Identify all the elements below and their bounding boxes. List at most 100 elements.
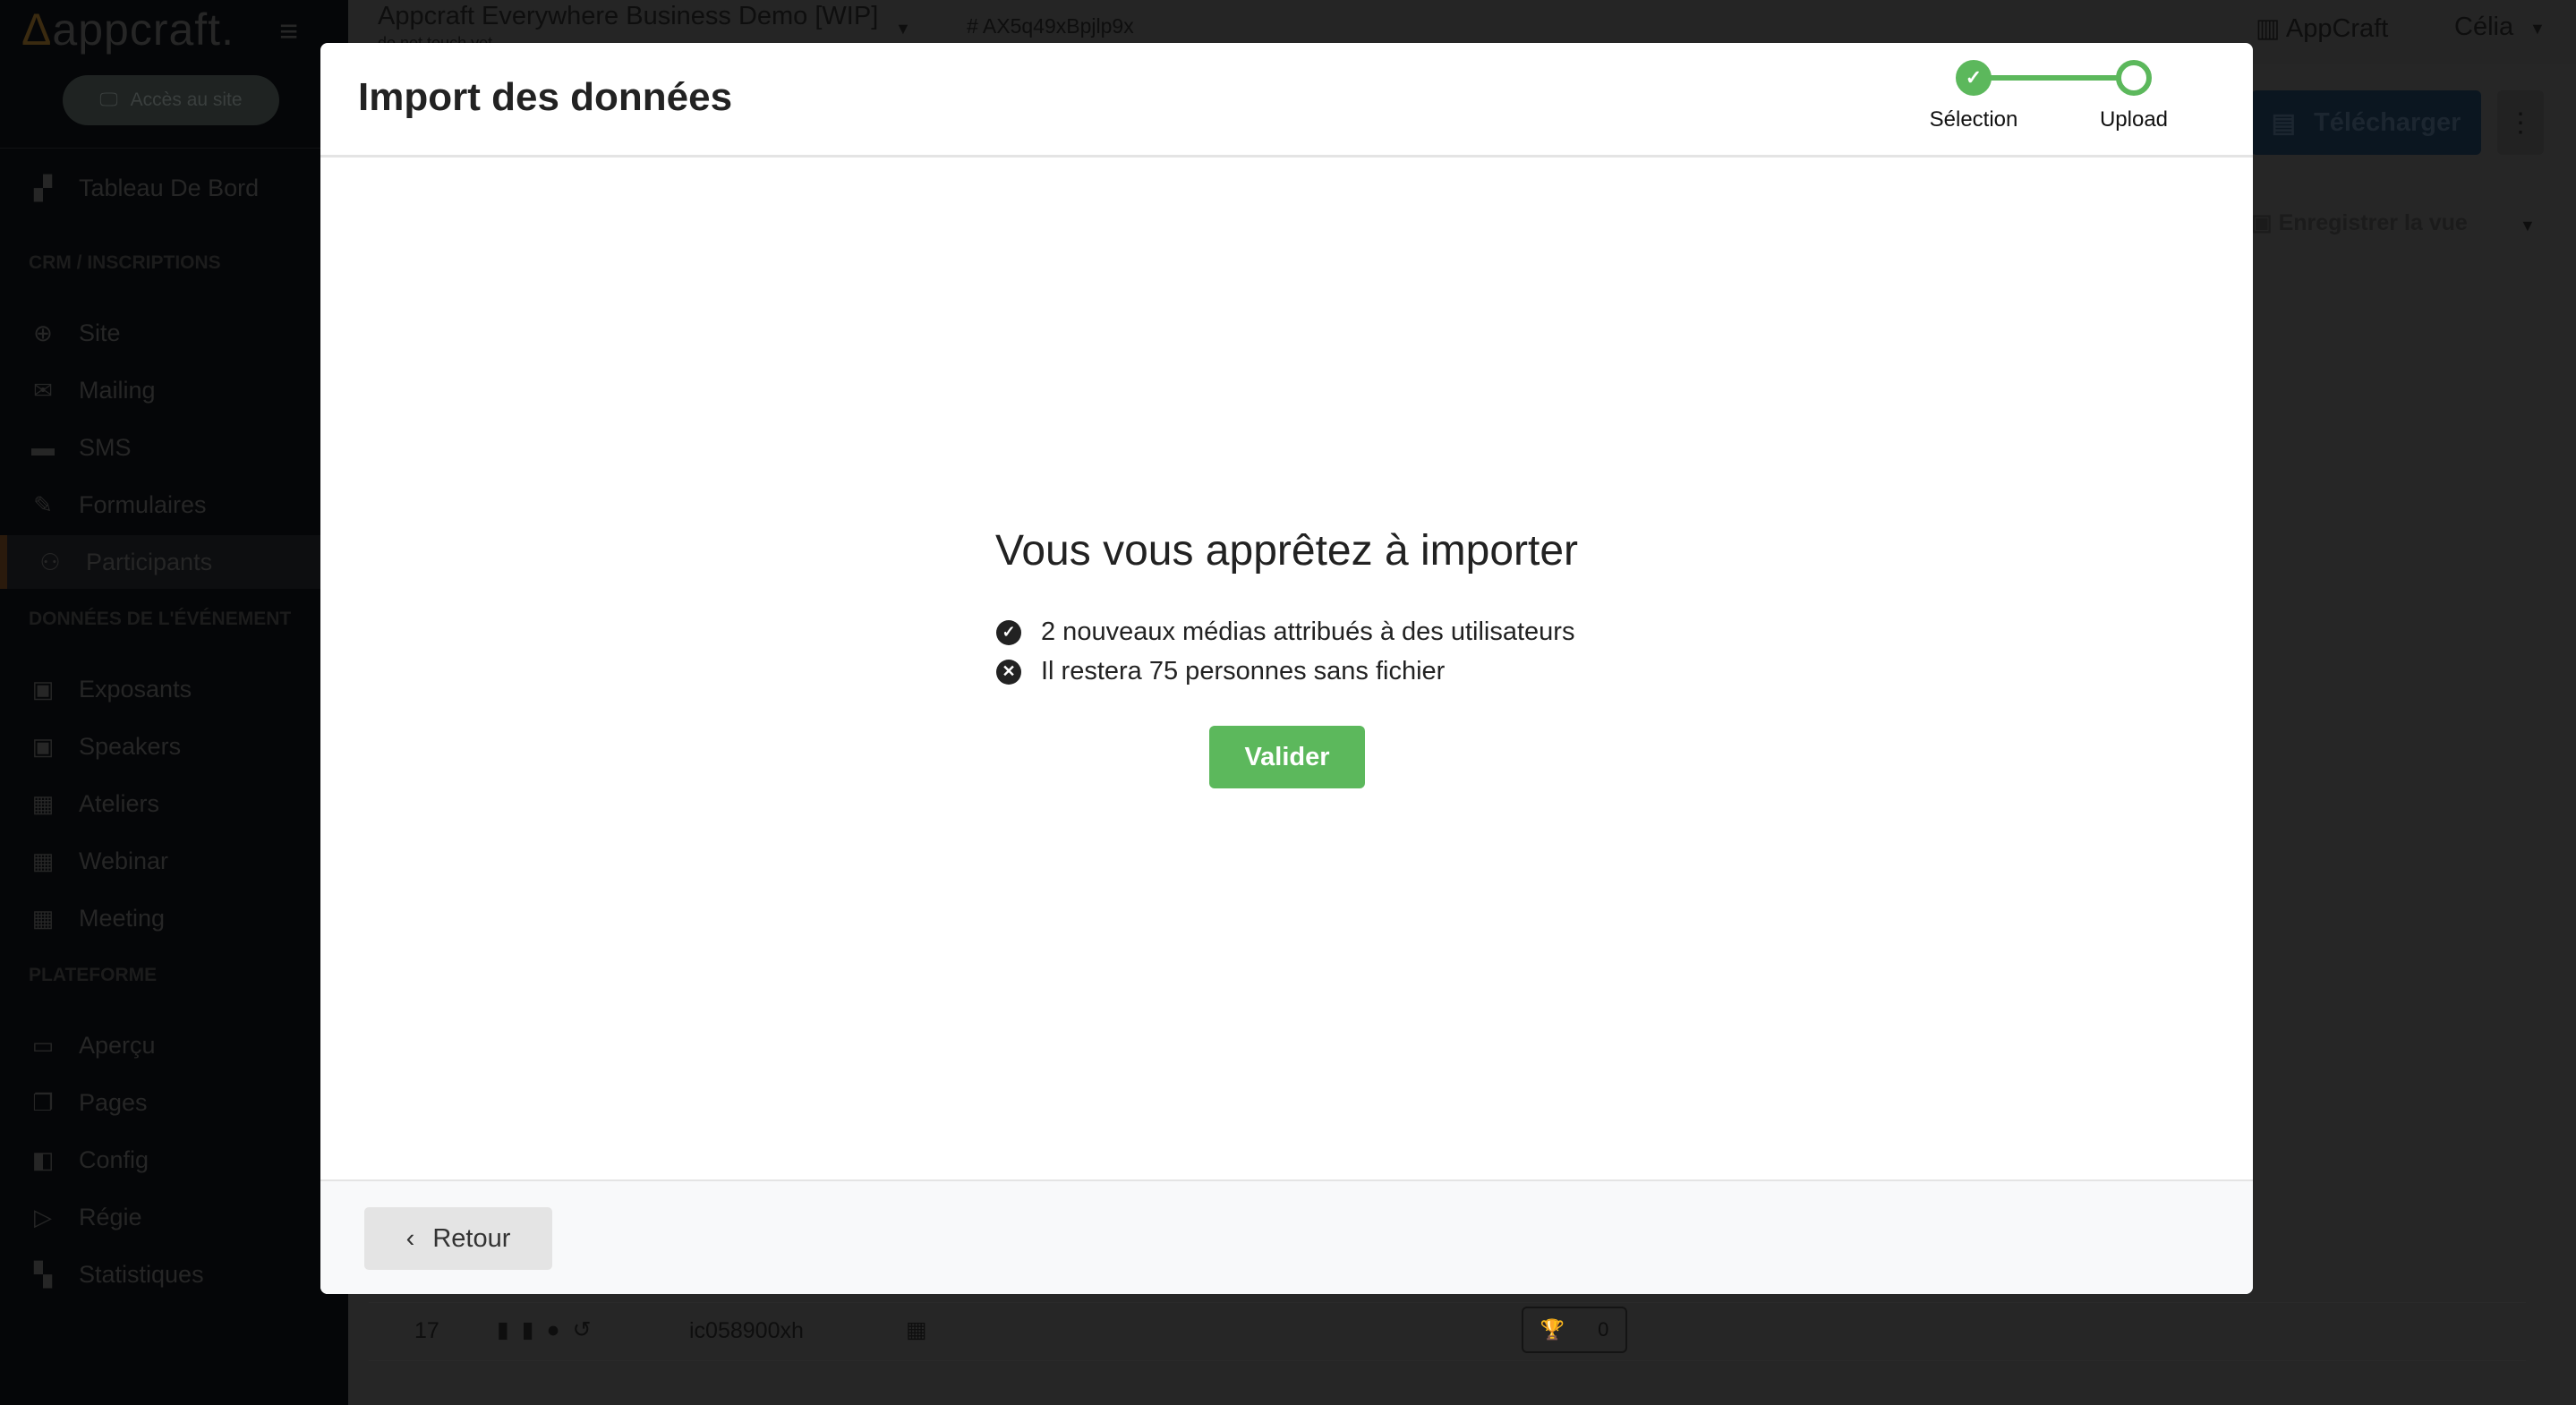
row-index: 17 [414, 1318, 439, 1343]
sidebar-item-sms[interactable]: ▬ SMS [0, 421, 348, 474]
row-actions[interactable]: ▮▮●↺ [497, 1316, 604, 1343]
user-menu[interactable]: Célia [2454, 13, 2513, 42]
sidebar-section-header: CRM / INSCRIPTIONS [29, 252, 221, 273]
import-summary-item: ✕ Il restera 75 personnes sans fichier [996, 657, 1445, 686]
back-label: Retour [432, 1223, 511, 1253]
dashboard-icon: ▞ [34, 174, 52, 201]
sidebar-item-formulaires[interactable]: ✎ Formulaires [0, 478, 348, 532]
sidebar-item-label: Exposants [79, 675, 192, 702]
sidebar-item-statistiques[interactable]: ▚ Statistiques [0, 1247, 348, 1301]
sidebar-item-config[interactable]: ◧ Config [0, 1133, 348, 1187]
summary-text: Il restera 75 personnes sans fichier [1041, 657, 1446, 685]
user-icon[interactable]: ● [547, 1317, 573, 1342]
sidebar-item-label: Meeting [79, 904, 166, 932]
import-summary-item: ✓ 2 nouveaux médias attribués à des utili… [996, 617, 1574, 647]
globe-icon: ⊕ [33, 319, 53, 346]
more-options-icon[interactable]: ⋮ [2497, 90, 2544, 155]
trash-icon[interactable]: ▮ [497, 1317, 522, 1342]
project-dropdown-icon[interactable]: ▼ [895, 20, 911, 38]
row-divider [369, 1360, 2526, 1361]
sidebar-item-label: Pages [79, 1088, 148, 1116]
sidebar-item-mailing[interactable]: ✉ Mailing [0, 363, 348, 417]
site-access-label: Accès au site [130, 89, 243, 110]
organization[interactable]: ▥ AppCraft [2256, 13, 2388, 44]
sidebar-item-label: SMS [79, 433, 132, 461]
id-card-icon: ▣ [31, 732, 55, 760]
download-label: Télécharger [2313, 107, 2461, 137]
sidebar-item-label: Tableau De Bord [79, 174, 260, 201]
message-icon: ▬ [31, 433, 55, 461]
users-icon: ⚇ [39, 548, 61, 575]
calendar-icon: ▦ [31, 904, 55, 932]
qr-code-icon[interactable]: ▦ [906, 1316, 927, 1343]
sidebar-item-label: Webinar [79, 847, 169, 874]
sidebar-item-label: Config [79, 1145, 149, 1173]
modal-title: Import des données [358, 75, 733, 119]
project-id: # AX5q49xBpjlp9x [967, 14, 1134, 38]
sidebar-item-label: Speakers [79, 732, 182, 760]
check-circle-icon: ✓ [996, 619, 1021, 645]
id-card-icon: ▣ [31, 675, 55, 702]
sidebar-item-aper-u[interactable]: ▭ Aperçu [0, 1018, 348, 1072]
sidebar-item-label: Formulaires [79, 490, 207, 518]
video-settings-icon: ▷ [34, 1203, 52, 1230]
sidebar-item-site[interactable]: ⊕ Site [0, 306, 348, 360]
sidebar-item-ateliers[interactable]: ▦ Ateliers [0, 777, 348, 830]
step-selection-check-icon: ✓ [1956, 60, 1992, 96]
sidebar-item-meeting[interactable]: ▦ Meeting [0, 891, 348, 945]
back-button[interactable]: ‹ Retour [364, 1207, 552, 1270]
sidebar-item-label: Ateliers [79, 789, 160, 817]
history-icon[interactable]: ↺ [573, 1317, 604, 1342]
appcraft-logo: Δappcraft. [21, 4, 235, 55]
row-id: ic058900xh [689, 1318, 804, 1343]
sidebar-item-tableau-de-bord[interactable]: ▞ Tableau De Bord [0, 161, 348, 215]
save-view-dropdown-icon[interactable]: ▼ [2520, 217, 2536, 235]
step-selection-label: Sélection [1929, 107, 2018, 132]
modal-footer: ‹ Retour [320, 1179, 2253, 1294]
save-view-label: Enregistrer la vue [2278, 210, 2468, 235]
pages-icon: ❐ [32, 1088, 54, 1116]
times-circle-icon: ✕ [996, 659, 1021, 685]
pencil-icon: ✎ [33, 490, 53, 518]
chevron-left-icon: ‹ [405, 1223, 415, 1253]
user-dropdown-icon[interactable]: ▼ [2529, 20, 2546, 38]
sidebar: Δappcraft. ≡ 🖵 Accès au site ▞ Tableau De … [0, 0, 348, 1405]
lock-icon[interactable]: ▮ [522, 1317, 547, 1342]
modal-header: Import des données ✓ Sélection Upload [320, 43, 2253, 158]
sidebar-item-label: Statistiques [79, 1260, 204, 1288]
calendar-icon: ▦ [31, 789, 55, 817]
import-modal: Import des données ✓ Sélection Upload Vo… [320, 43, 2253, 1294]
project-title[interactable]: Appcraft Everywhere Business Demo [WIP] [378, 2, 878, 31]
sidebar-item-speakers[interactable]: ▣ Speakers [0, 720, 348, 773]
step-upload-circle-icon [2116, 60, 2152, 96]
save-view-button[interactable]: ▣ Enregistrer la vue [2251, 209, 2468, 236]
trophy-icon: 🏆 [1540, 1318, 1565, 1341]
sidebar-item-r-gie[interactable]: ▷ Régie [0, 1190, 348, 1244]
points-value: 0 [1598, 1318, 1609, 1341]
calendar-icon: ▦ [31, 847, 55, 874]
sidebar-item-exposants[interactable]: ▣ Exposants [0, 662, 348, 716]
building-icon: ▥ [2256, 14, 2286, 43]
download-button[interactable]: ▤ Télécharger [2251, 90, 2481, 155]
sidebar-section-header: PLATEFORME [29, 965, 158, 985]
site-access-button[interactable]: 🖵 Accès au site [63, 75, 279, 125]
validate-button[interactable]: Valider [1209, 726, 1365, 788]
floppy-icon: ▣ [2251, 210, 2279, 235]
row-divider [369, 1302, 2526, 1303]
excel-file-icon: ▤ [2271, 108, 2296, 138]
sidebar-item-label: Site [79, 319, 121, 346]
sidebar-item-webinar[interactable]: ▦ Webinar [0, 834, 348, 888]
divider [0, 148, 348, 149]
sidebar-section-header: DONNÉES DE L'ÉVÉNEMENT [29, 609, 292, 629]
stepper-progress-line [1976, 75, 2137, 81]
import-heading: Vous vous apprêtez à importer [994, 527, 1579, 575]
sidebar-item-participants[interactable]: ⚇ Participants [0, 535, 348, 589]
collapse-menu-icon[interactable]: ≡ [279, 13, 298, 50]
sidebar-item-pages[interactable]: ❐ Pages [0, 1076, 348, 1129]
sidebar-item-label: Régie [79, 1203, 142, 1230]
sidebar-item-label: Mailing [79, 376, 156, 404]
points-badge: 🏆 0 [1522, 1307, 1627, 1353]
sidebar-item-label: Aperçu [79, 1031, 156, 1059]
step-upload-label: Upload [2099, 107, 2169, 132]
config-icon: ◧ [31, 1145, 55, 1173]
